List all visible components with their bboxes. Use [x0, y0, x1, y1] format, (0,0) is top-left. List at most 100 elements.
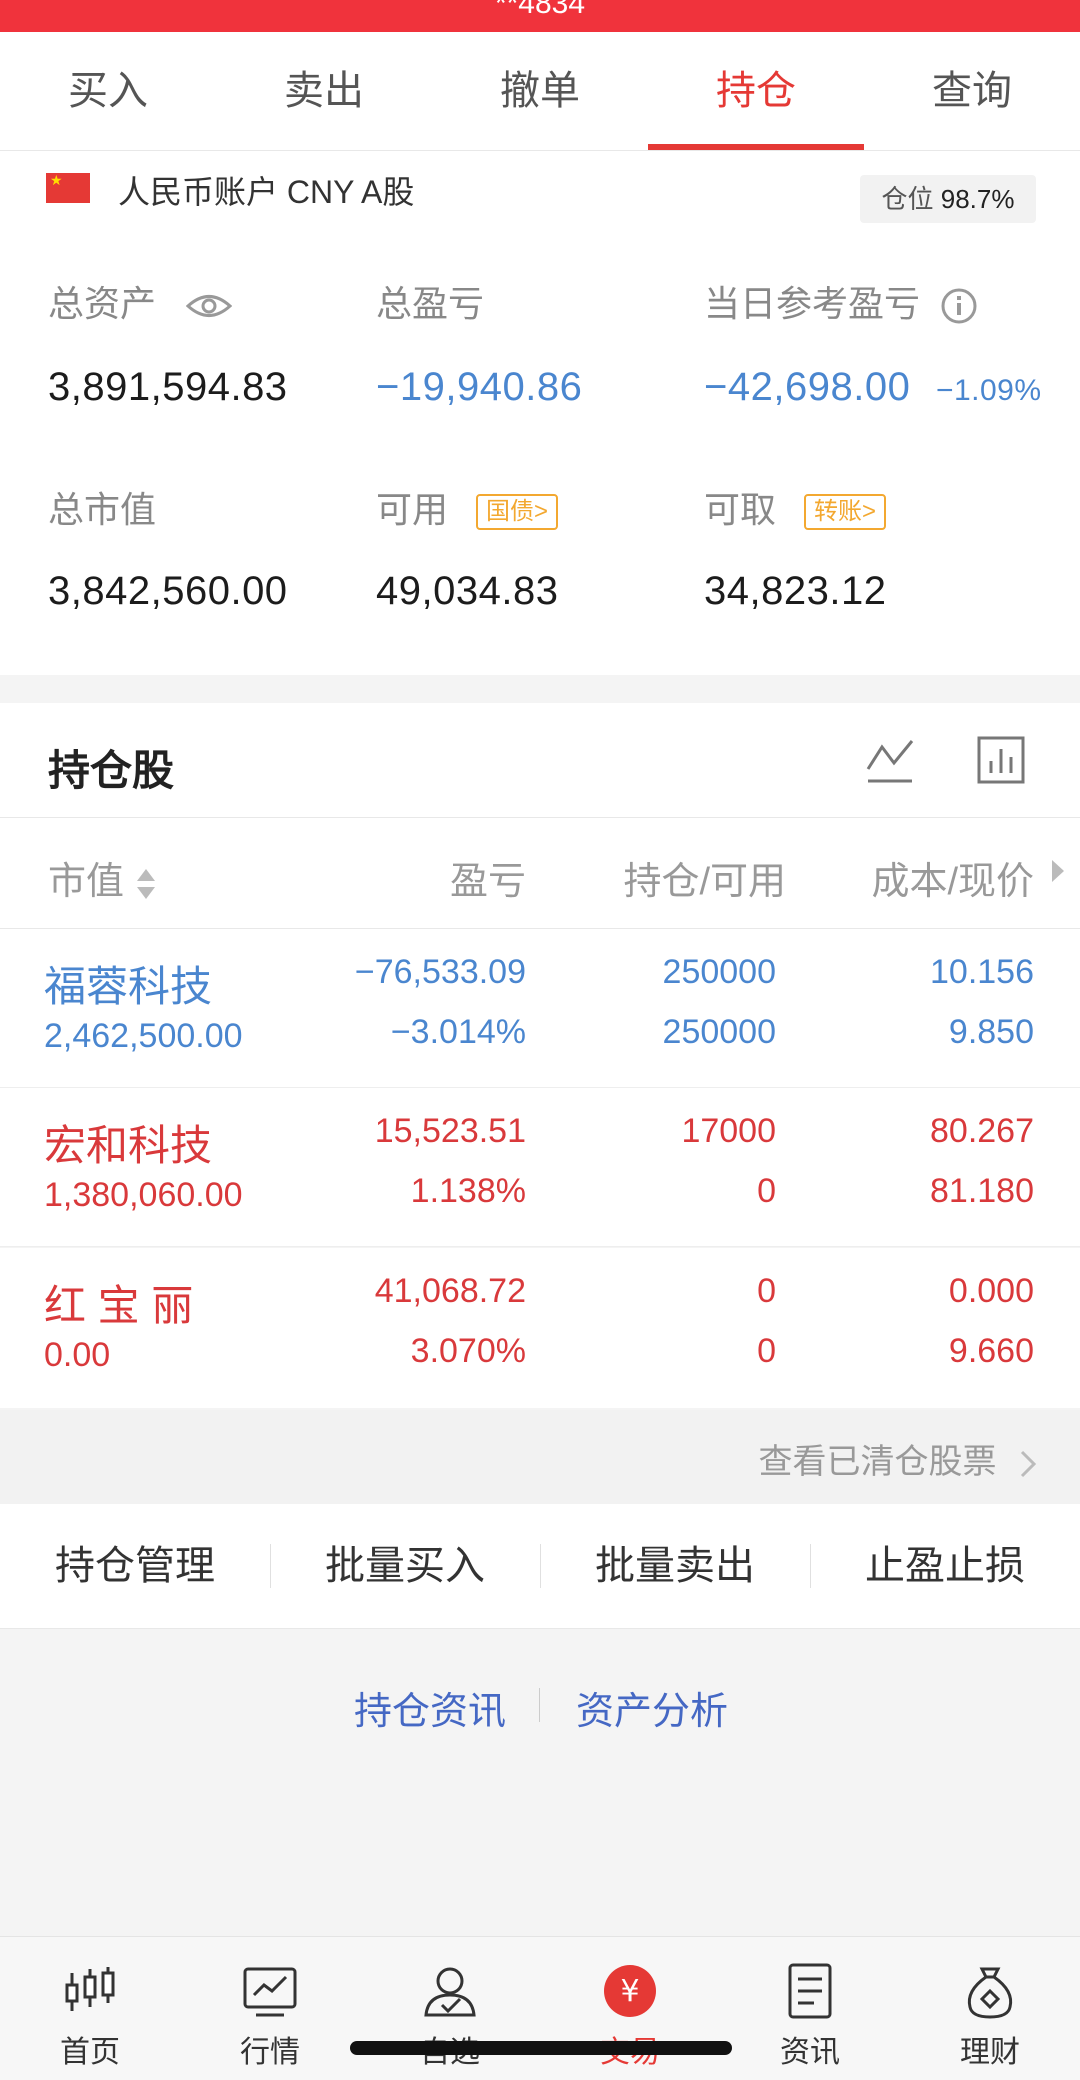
chevron-right-icon[interactable]	[1050, 858, 1066, 884]
candlestick-icon	[65, 1967, 115, 2011]
nav-label: 首页	[60, 2036, 120, 2069]
stock-name: 福蓉科技	[44, 963, 213, 1010]
stock-hold-qty: 250000	[662, 953, 776, 991]
stock-avail-qty: 250000	[662, 1013, 776, 1051]
stock-price: 9.660	[948, 1332, 1034, 1370]
tab-query[interactable]: 查询	[864, 32, 1080, 150]
stock-name: 红 宝 丽	[44, 1282, 194, 1329]
nav-trade[interactable]: ¥ 交易	[540, 1937, 720, 2080]
batch-sell-button[interactable]: 批量卖出	[540, 1504, 810, 1628]
take-profit-stop-loss-button[interactable]: 止盈止损	[810, 1504, 1080, 1628]
stock-market-value: 1,380,060.00	[44, 1176, 243, 1214]
tab-buy[interactable]: 买入	[0, 32, 216, 150]
nav-watchlist[interactable]: 自选	[360, 1937, 540, 2080]
chart-icon	[243, 1967, 297, 2017]
stock-pnl: 41,068.72	[374, 1272, 526, 1310]
user-check-icon	[424, 1967, 476, 2017]
active-tab-indicator	[648, 144, 864, 150]
stock-pnl: −76,533.09	[354, 953, 526, 991]
manage-holdings-button[interactable]: 持仓管理	[0, 1504, 270, 1628]
yuan-icon: ¥	[604, 1965, 656, 2017]
info-icon[interactable]	[940, 287, 978, 325]
chevron-right-icon	[1020, 1450, 1037, 1478]
document-icon	[788, 1963, 832, 2019]
sort-icon	[136, 868, 155, 899]
stock-name: 宏和科技	[44, 1122, 213, 1169]
stock-pnl-pct: 1.138%	[410, 1172, 526, 1210]
stock-cost: 80.267	[930, 1112, 1034, 1150]
nav-label: 行情	[240, 2036, 300, 2069]
available-value: 49,034.83	[376, 569, 559, 613]
position-label: 仓位	[881, 184, 934, 214]
table-row[interactable]: 宏和科技 1,380,060.00 15,523.51 1.138% 17000…	[0, 1088, 1080, 1247]
market-value-label: 总市值	[48, 489, 157, 530]
column-holding[interactable]: 持仓/可用	[560, 850, 786, 905]
status-bar: **4834	[0, 0, 1080, 32]
trade-tabs: 买入 卖出 撤单 持仓 查询	[0, 32, 1080, 151]
tab-cancel[interactable]: 撤单	[432, 32, 648, 150]
column-pnl[interactable]: 盈亏	[300, 850, 526, 905]
nav-label: 资讯	[780, 2036, 840, 2069]
stock-market-value: 2,462,500.00	[44, 1017, 243, 1055]
account-label[interactable]: 人民币账户 CNY A股	[118, 167, 414, 213]
available-label: 可用 国债>	[376, 481, 559, 533]
holdings-action-bar: 持仓管理 批量买入 批量卖出 止盈止损	[0, 1504, 1080, 1629]
eye-icon[interactable]	[185, 291, 233, 321]
bond-button[interactable]: 国债>	[476, 494, 559, 531]
tab-sell[interactable]: 卖出	[216, 32, 432, 150]
stock-avail-qty: 0	[757, 1172, 776, 1210]
footer-links: 持仓资讯 资产分析	[0, 1628, 1080, 1778]
svg-text:¥: ¥	[620, 1974, 639, 2009]
home-indicator	[350, 2041, 732, 2055]
daily-pnl-pct: −1.09%	[935, 374, 1042, 407]
cleared-stocks-bar: 查看已清仓股票	[0, 1410, 1080, 1504]
trend-chart-icon[interactable]	[864, 735, 916, 785]
holdings-title: 持仓股	[48, 747, 175, 794]
total-assets-value: 3,891,594.83	[48, 365, 288, 409]
holdings-header: 持仓股	[0, 703, 1080, 818]
table-row[interactable]: 红 宝 丽 0.00 41,068.72 3.070% 0 0 0.000 9.…	[0, 1248, 1080, 1408]
money-bag-icon	[967, 1967, 1013, 2019]
bar-chart-icon[interactable]	[976, 735, 1026, 785]
stock-pnl-pct: 3.070%	[410, 1332, 526, 1370]
nav-label: 理财	[960, 2036, 1020, 2069]
nav-home[interactable]: 首页	[0, 1937, 180, 2080]
market-value-value: 3,842,560.00	[48, 569, 288, 613]
tab-holdings[interactable]: 持仓	[648, 32, 864, 150]
position-value: 98.7%	[940, 184, 1015, 214]
account-summary: 人民币账户 CNY A股 仓位 98.7% 总资产 3,891,594.83 总…	[0, 151, 1080, 675]
table-row[interactable]: 福蓉科技 2,462,500.00 −76,533.09 −3.014% 250…	[0, 929, 1080, 1088]
stock-pnl: 15,523.51	[374, 1112, 526, 1150]
stock-pnl-pct: −3.014%	[390, 1013, 526, 1051]
column-cost-price[interactable]: 成本/现价	[800, 850, 1034, 905]
stock-hold-qty: 0	[757, 1272, 776, 1310]
transfer-button[interactable]: 转账>	[804, 494, 887, 531]
nav-market[interactable]: 行情	[180, 1937, 360, 2080]
stock-cost: 0.000	[948, 1272, 1034, 1310]
china-flag-icon	[46, 173, 90, 203]
daily-pnl-value: −42,698.00 −1.09%	[704, 365, 1042, 409]
withdrawable-value: 34,823.12	[704, 569, 887, 613]
total-pnl-label: 总盈亏	[376, 283, 485, 324]
daily-pnl-label: 当日参考盈亏	[704, 275, 978, 327]
holdings-column-header: 市值 盈亏 持仓/可用 成本/现价	[0, 818, 1080, 929]
asset-analysis-link[interactable]: 资产分析	[576, 1680, 728, 1735]
stock-price: 81.180	[930, 1172, 1034, 1210]
stock-price: 9.850	[948, 1013, 1034, 1051]
bottom-navigation: 首页 行情 自选 ¥ 交易 资讯	[0, 1936, 1080, 2080]
stock-hold-qty: 17000	[681, 1112, 776, 1150]
nav-news[interactable]: 资讯	[720, 1937, 900, 2080]
position-badge: 仓位 98.7%	[860, 175, 1036, 223]
total-assets-label: 总资产	[48, 275, 233, 327]
stock-cost: 10.156	[930, 953, 1034, 991]
account-title: **4834	[494, 0, 586, 20]
column-market-value[interactable]: 市值	[48, 850, 157, 905]
holdings-news-link[interactable]: 持仓资讯	[354, 1680, 506, 1735]
stock-avail-qty: 0	[757, 1332, 776, 1370]
withdrawable-label: 可取 转账>	[704, 481, 887, 533]
divider	[539, 1688, 540, 1722]
nav-wealth[interactable]: 理财	[900, 1937, 1080, 2080]
stock-market-value: 0.00	[44, 1336, 111, 1374]
batch-buy-button[interactable]: 批量买入	[270, 1504, 540, 1628]
cleared-stocks-link[interactable]: 查看已清仓股票	[759, 1434, 1038, 1483]
